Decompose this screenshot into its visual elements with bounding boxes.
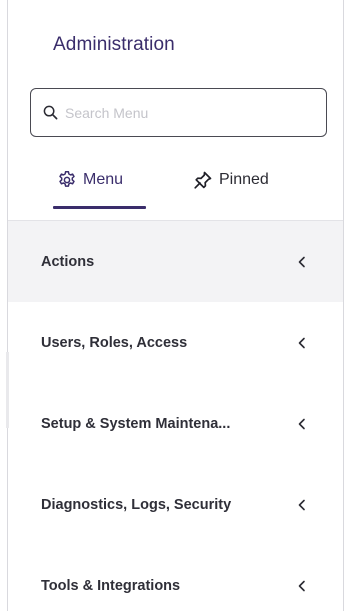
chevron-left-icon[interactable] bbox=[295, 336, 309, 350]
menu-item-label: Diagnostics, Logs, Security bbox=[41, 496, 232, 513]
chevron-left-icon[interactable] bbox=[295, 417, 309, 431]
admin-sidebar: Administration Menu Pinne bbox=[8, 0, 343, 611]
menu-item-diagnostics-logs-security[interactable]: Diagnostics, Logs, Security bbox=[8, 464, 343, 545]
menu-item-setup-system-maintenance[interactable]: Setup & System Maintena... bbox=[8, 383, 343, 464]
pin-icon bbox=[194, 171, 212, 189]
tab-menu[interactable]: Menu bbox=[57, 160, 123, 200]
tab-pinned-label: Pinned bbox=[219, 171, 269, 188]
menu-item-label: Setup & System Maintena... bbox=[41, 415, 231, 432]
menu-item-label: Actions bbox=[41, 253, 95, 270]
search-box[interactable] bbox=[30, 88, 327, 137]
tab-pinned[interactable]: Pinned bbox=[193, 160, 269, 200]
tab-bar: Menu Pinned bbox=[8, 160, 343, 210]
page-title: Administration bbox=[53, 34, 175, 55]
chevron-left-icon[interactable] bbox=[295, 498, 309, 512]
chevron-left-icon[interactable] bbox=[295, 255, 309, 269]
menu-item-actions[interactable]: Actions bbox=[8, 221, 343, 302]
tab-menu-label: Menu bbox=[83, 171, 124, 188]
menu-item-tools-integrations[interactable]: Tools & Integrations bbox=[8, 545, 343, 611]
menu-item-label: Users, Roles, Access bbox=[41, 334, 188, 351]
right-border bbox=[343, 0, 344, 611]
gear-icon bbox=[59, 171, 75, 187]
menu-item-label: Tools & Integrations bbox=[41, 577, 181, 594]
active-tab-indicator bbox=[53, 206, 146, 209]
menu-item-users-roles-access[interactable]: Users, Roles, Access bbox=[8, 302, 343, 383]
chevron-left-icon[interactable] bbox=[295, 579, 309, 593]
search-icon bbox=[43, 105, 58, 120]
menu-list: Actions Users, Roles, Access Setup & Sys… bbox=[8, 221, 343, 611]
search-input[interactable] bbox=[65, 104, 305, 121]
